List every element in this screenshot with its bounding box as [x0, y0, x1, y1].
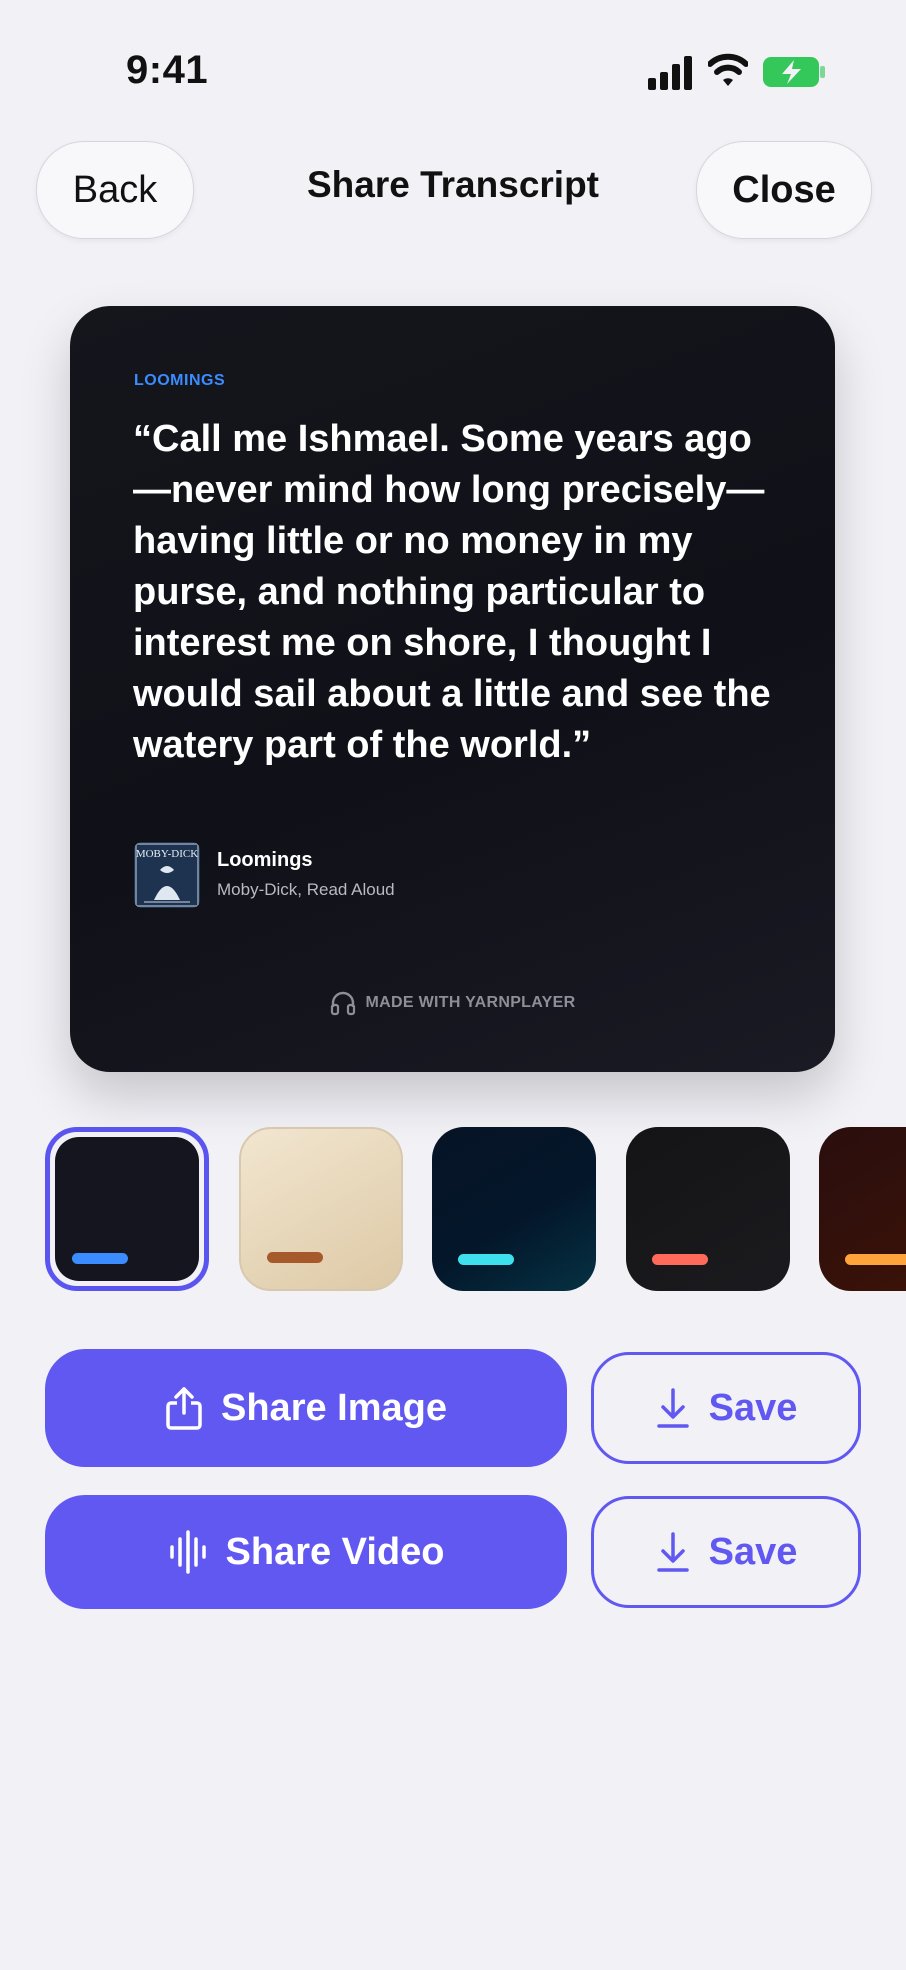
theme-swatch-dark[interactable]	[45, 1127, 209, 1291]
made-with-badge: MADE WITH YARNPLAYER	[70, 990, 835, 1016]
status-time: 9:41	[126, 48, 209, 92]
share-video-label: Share Video	[225, 1530, 445, 1573]
share-video-button[interactable]: Share Video	[45, 1495, 567, 1609]
save-video-label: Save	[708, 1530, 798, 1573]
share-image-button[interactable]: Share Image	[45, 1349, 567, 1467]
made-with-text: MADE WITH YARNPLAYER	[365, 994, 576, 1011]
wifi-icon	[708, 53, 748, 86]
cellular-signal-icon	[648, 56, 692, 90]
save-image-label: Save	[708, 1386, 798, 1429]
theme-swatch-ember[interactable]	[819, 1127, 906, 1291]
battery-charging-icon	[763, 57, 825, 87]
quote-card-preview: LOOMINGS “Call me Ishmael. Some years ag…	[70, 306, 835, 1072]
artwork-title: MOBY-DICK	[136, 848, 198, 860]
quote-text: “Call me Ishmael. Some years ago—never m…	[133, 418, 771, 766]
share-image-label: Share Image	[221, 1386, 447, 1429]
download-icon	[656, 1388, 689, 1428]
episode-artwork: MOBY-DICK	[134, 842, 200, 908]
theme-swatch-black[interactable]	[626, 1127, 790, 1291]
download-icon	[656, 1532, 689, 1572]
headphones-icon	[330, 991, 355, 1016]
theme-swatch-ocean[interactable]	[432, 1127, 596, 1291]
save-video-button[interactable]: Save	[591, 1496, 861, 1608]
episode-title: Loomings	[217, 849, 313, 871]
share-icon	[166, 1387, 202, 1430]
waveform-icon	[169, 1530, 206, 1574]
episode-subtitle: Moby-Dick, Read Aloud	[217, 880, 395, 899]
chapter-tag: LOOMINGS	[134, 372, 226, 389]
save-image-button[interactable]: Save	[591, 1352, 861, 1464]
close-button[interactable]: Close	[696, 141, 872, 239]
theme-swatch-paper[interactable]	[239, 1127, 403, 1291]
